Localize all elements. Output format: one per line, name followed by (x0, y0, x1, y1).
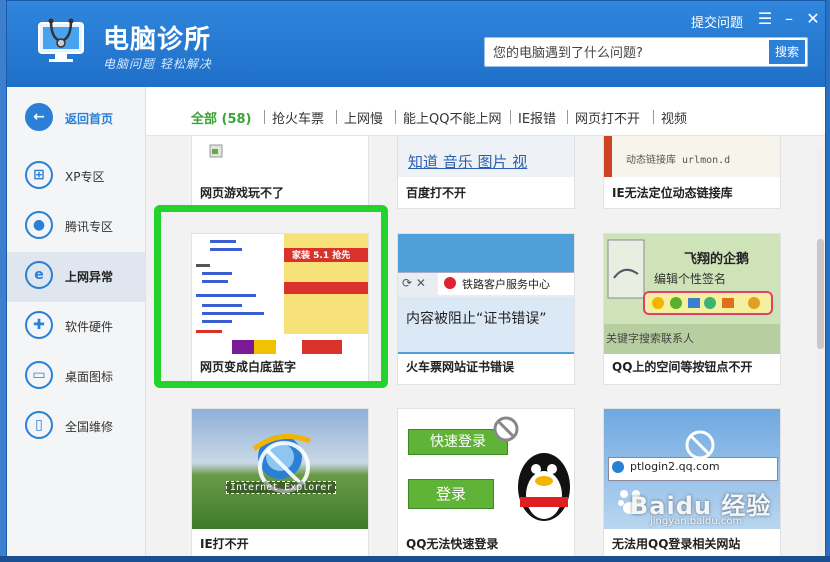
thumb-text: 家装 5.1 抢先 (292, 251, 351, 261)
problem-card[interactable]: Internet Explorer IE打不开 (191, 408, 369, 557)
problem-card[interactable]: ptlogin2.qq.com 无法用QQ登录相关网站 (603, 408, 781, 557)
sidebar: ← 返回首页 ⊞ XP专区 ● 腾讯专区 e 上网异常 ✚ 软件硬件 ▭ 桌面图… (7, 87, 146, 557)
tab-qq-no-internet[interactable]: 能上QQ不能上网 (403, 108, 501, 127)
tab-ie-error[interactable]: IE报错 (518, 108, 556, 127)
app-window: 电脑诊所 电脑问题 轻松解决 提交问题 ☰ – ✕ 搜索 ← 返回首页 ⊞ XP… (6, 0, 826, 558)
submit-question-link[interactable]: 提交问题 (691, 12, 743, 31)
thumb-subtext: 编辑个性签名 (654, 272, 727, 286)
category-tabs: 全部 (58) 抢火车票 上网慢 能上QQ不能上网 IE报错 网页打不开 视频 (146, 87, 825, 136)
sidebar-item-internet[interactable]: e 上网异常 (7, 252, 145, 302)
qq-penguin-mascot-icon (493, 416, 570, 521)
tab-divider (336, 110, 337, 124)
sidebar-item-label: 上网异常 (65, 270, 114, 284)
card-thumbnail: 家装 5.1 抢先 (192, 234, 368, 354)
card-caption: 网页游戏玩不了 (200, 186, 285, 200)
sidebar-item-label: 软件硬件 (65, 320, 114, 334)
doctor-monitor-logo-icon (38, 18, 84, 62)
thumb-text: 知道 音乐 图片 视 (408, 153, 528, 171)
card-caption: 网页变成白底蓝字 (200, 360, 297, 374)
tab-divider (567, 110, 568, 124)
thumb-text: 飞翔的企鹅 (684, 252, 750, 267)
tab-slow-internet[interactable]: 上网慢 (344, 108, 383, 127)
railway-logo-icon (444, 277, 456, 289)
card-thumbnail: 飞翔的企鹅 编辑个性签名 关键字搜索联系人 (604, 234, 780, 354)
app-title: 电脑诊所 (103, 25, 212, 55)
watermark-url: jingyan.baidu.com (650, 516, 743, 527)
problem-card[interactable]: 知道 音乐 图片 视 百度打不开 (397, 136, 575, 209)
windows-icon: ⊞ (25, 161, 53, 189)
card-caption: 无法用QQ登录相关网站 (612, 537, 741, 551)
refresh-icon: ⟳ ✕ (402, 276, 426, 290)
thumb-footer: 关键字搜索联系人 (606, 332, 694, 345)
sidebar-item-xp[interactable]: ⊞ XP专区 (7, 152, 145, 202)
card-caption: IE无法定位动态链接库 (612, 186, 733, 200)
sidebar-item-label: 全国维修 (65, 420, 114, 434)
card-caption: 百度打不开 (406, 186, 467, 200)
thumb-text: 铁路客户服务中心 (462, 278, 550, 291)
thumb-subtext: 内容被阻止“证书错误” (406, 311, 547, 327)
tab-divider (264, 110, 265, 124)
problem-card[interactable]: ⟳ ✕ 铁路客户服务中心 内容被阻止“证书错误” 火车票网站证书错误 (397, 233, 575, 385)
tab-train-tickets[interactable]: 抢火车票 (272, 108, 324, 127)
taskbar-edge (0, 556, 830, 562)
puzzle-icon: ✚ (25, 311, 53, 339)
card-thumbnail: Internet Explorer (192, 409, 368, 529)
problem-card[interactable]: 动态链接库 urlmon.d IE无法定位动态链接库 (603, 136, 781, 209)
problem-card[interactable]: 网页游戏玩不了 (191, 136, 369, 209)
ie-logo-blocked-icon (252, 434, 311, 493)
monitor-icon: ▭ (25, 361, 53, 389)
sidebar-item-home[interactable]: ← 返回首页 (7, 94, 145, 144)
problem-card[interactable]: 快速登录 登录 QQ无法快速登录 (397, 408, 575, 557)
menu-icon[interactable]: ☰ (755, 9, 775, 29)
sidebar-item-label: XP专区 (65, 170, 105, 184)
tab-video[interactable]: 视频 (661, 108, 687, 127)
scrollbar-thumb[interactable] (817, 239, 824, 349)
tab-divider (395, 110, 396, 124)
minimize-icon[interactable]: – (779, 9, 799, 29)
tab-all[interactable]: 全部 (58) (191, 108, 252, 127)
sidebar-item-label: 桌面图标 (65, 370, 114, 384)
card-thumbnail: 快速登录 登录 (398, 409, 574, 529)
close-icon[interactable]: ✕ (803, 9, 823, 29)
thumb-text: Internet Explorer (226, 481, 337, 494)
broken-image-icon (209, 144, 223, 158)
card-thumbnail: 动态链接库 urlmon.d (604, 136, 780, 177)
tab-divider (653, 110, 654, 124)
title-bar: 电脑诊所 电脑问题 轻松解决 提交问题 ☰ – ✕ 搜索 (7, 1, 825, 87)
back-arrow-icon: ← (25, 103, 53, 131)
sidebar-item-software-hardware[interactable]: ✚ 软件硬件 (7, 302, 145, 352)
vertical-scrollbar[interactable] (817, 147, 824, 557)
search-box: 搜索 (484, 37, 808, 67)
search-button[interactable]: 搜索 (769, 40, 805, 64)
sidebar-item-label: 返回首页 (65, 112, 114, 126)
problem-card[interactable]: 家装 5.1 抢先 网页变成白底蓝字 (191, 233, 369, 385)
sidebar-item-label: 腾讯专区 (65, 220, 114, 234)
phone-icon: ▯ (25, 411, 53, 439)
card-thumbnail: ⟳ ✕ 铁路客户服务中心 内容被阻止“证书错误” (398, 234, 574, 354)
sidebar-item-tencent[interactable]: ● 腾讯专区 (7, 202, 145, 252)
card-caption: QQ上的空间等按钮点不开 (612, 360, 753, 374)
sidebar-item-repair[interactable]: ▯ 全国维修 (7, 402, 145, 452)
ie-icon: e (25, 261, 53, 289)
card-thumbnail: 知道 音乐 图片 视 (398, 136, 574, 177)
problem-card[interactable]: 飞翔的企鹅 编辑个性签名 关键字搜索联系人 QQ上的空间等按钮点不开 (603, 233, 781, 385)
thumb-text: 动态链接库 urlmon.d (626, 155, 731, 166)
sidebar-item-desktop-icons[interactable]: ▭ 桌面图标 (7, 352, 145, 402)
search-input[interactable] (491, 41, 767, 65)
card-thumbnail (192, 136, 368, 177)
tab-divider (510, 110, 511, 124)
card-caption: QQ无法快速登录 (406, 537, 499, 551)
qq-penguin-icon: ● (25, 211, 53, 239)
card-caption: 火车票网站证书错误 (406, 360, 515, 374)
tab-page-not-open[interactable]: 网页打不开 (575, 108, 640, 127)
card-caption: IE打不开 (200, 537, 249, 551)
app-slogan: 电脑问题 轻松解决 (103, 57, 212, 71)
